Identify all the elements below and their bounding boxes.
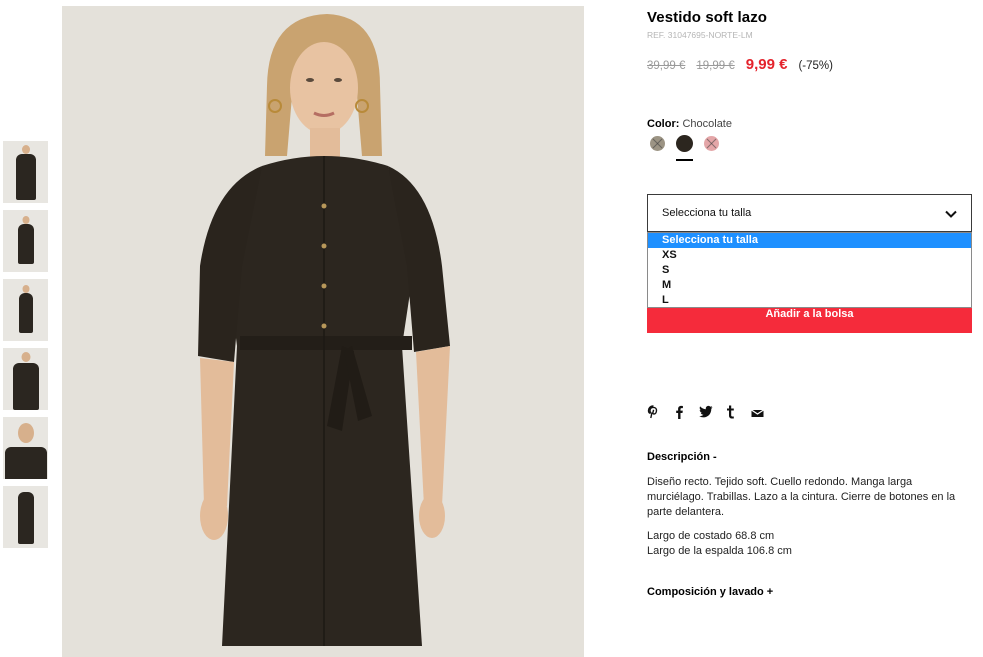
size-select[interactable]: Selecciona tu talla [647, 194, 972, 232]
description-text: Diseño recto. Tejido soft. Cuello redond… [647, 476, 956, 518]
color-swatches [650, 135, 730, 152]
color-label: Color: [647, 118, 680, 130]
swatch-taupe[interactable] [650, 136, 665, 151]
color-label-row: Color: Chocolate [647, 118, 732, 130]
add-to-bag-button[interactable]: Añadir a la bolsa [647, 308, 972, 333]
model-wearing-dress-image [62, 6, 584, 657]
chevron-down-icon [945, 207, 957, 225]
measurement-side-length: Largo de costado 68.8 cm [647, 530, 775, 542]
share-icons [647, 405, 777, 419]
price-row: 39,99 € 19,99 € 9,99 € (-75%) [647, 56, 833, 73]
composition-heading[interactable]: Composición y lavado + [647, 586, 773, 598]
thumbnail-list [3, 141, 48, 555]
product-ref: REF. 31047695-NORTE-LM [647, 30, 753, 40]
tumblr-icon[interactable] [725, 405, 739, 419]
price-current: 9,99 € [745, 56, 788, 73]
size-option-s[interactable]: S [648, 263, 971, 278]
size-option-xs[interactable]: XS [648, 248, 971, 263]
email-icon[interactable] [751, 405, 765, 419]
swatch-chocolate[interactable] [676, 135, 693, 152]
swatch-pink[interactable] [704, 136, 719, 151]
facebook-icon[interactable] [673, 405, 687, 419]
product-title: Vestido soft lazo [647, 9, 768, 26]
size-option-placeholder[interactable]: Selecciona tu talla [648, 233, 971, 248]
size-option-m[interactable]: M [648, 278, 971, 293]
price-original: 39,99 € [647, 60, 686, 72]
color-value: Chocolate [682, 118, 732, 130]
thumbnail-3[interactable] [3, 279, 48, 341]
size-select-value: Selecciona tu talla [662, 207, 752, 219]
price-previous: 19,99 € [696, 60, 735, 72]
measurements: Largo de costado 68.8 cm Largo de la esp… [647, 529, 792, 559]
description-heading[interactable]: Descripción - [647, 451, 717, 463]
twitter-icon[interactable] [699, 405, 713, 419]
main-product-image[interactable] [62, 6, 584, 657]
thumbnail-6[interactable] [3, 486, 48, 548]
size-option-l[interactable]: L [648, 293, 971, 308]
thumbnail-5[interactable] [3, 417, 48, 479]
size-dropdown: Selecciona tu talla XS S M L [647, 232, 972, 308]
selected-swatch-indicator [676, 159, 693, 161]
pinterest-icon[interactable] [647, 405, 661, 419]
discount-badge: (-75%) [798, 60, 833, 72]
thumbnail-4[interactable] [3, 348, 48, 410]
measurement-back-length: Largo de la espalda 106.8 cm [647, 545, 792, 557]
thumbnail-1[interactable] [3, 141, 48, 203]
thumbnail-2[interactable] [3, 210, 48, 272]
